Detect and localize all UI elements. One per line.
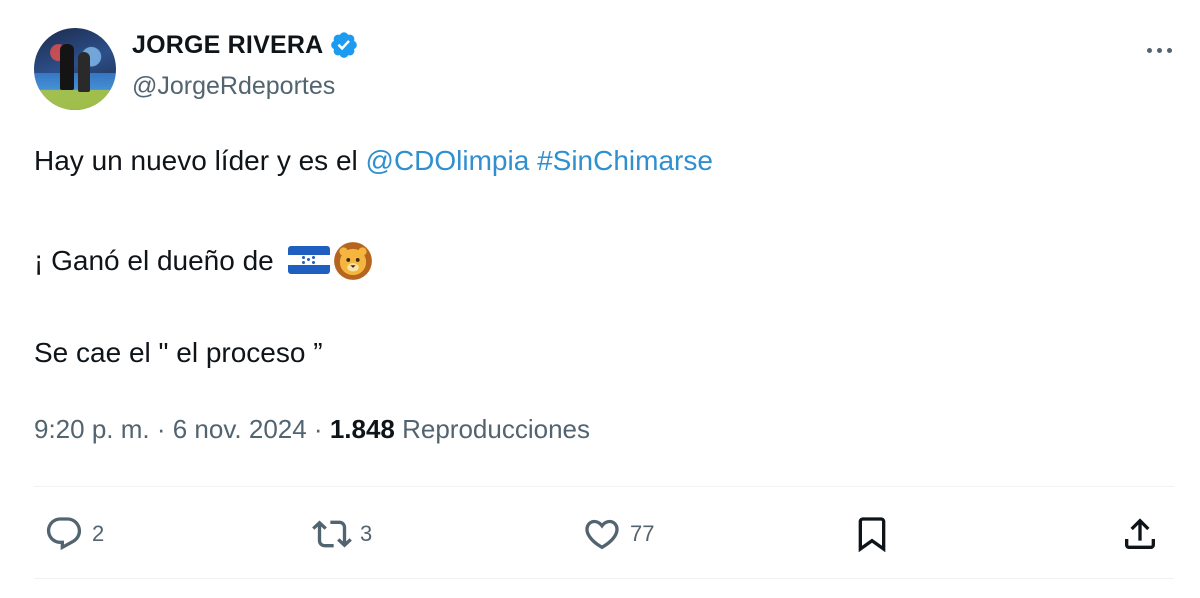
tweet-text-line-1: Hay un nuevo líder y es el @CDOlimpia #S… xyxy=(34,145,713,177)
more-options-icon[interactable] xyxy=(1147,40,1172,60)
divider xyxy=(34,578,1174,579)
like-button[interactable]: 77 xyxy=(582,506,654,562)
views-label: Reproducciones xyxy=(394,414,591,444)
separator-dot: · xyxy=(306,414,330,444)
bookmark-button[interactable] xyxy=(852,506,892,562)
retweet-count: 3 xyxy=(360,521,373,546)
verified-badge-icon xyxy=(331,32,358,58)
author-display-name[interactable]: JORGE RIVERA xyxy=(132,31,323,60)
tweet-text-line-3: Se cae el " el proceso ” xyxy=(34,337,323,368)
mention-link[interactable]: @CDOlimpia xyxy=(366,145,530,176)
author-name-row: JORGE RIVERA xyxy=(132,30,359,60)
tweet-text-plain: Hay un nuevo líder y es el xyxy=(34,145,366,176)
tweet-text-line-2: ¡ Ganó el dueño de xyxy=(34,240,374,282)
tweet-date[interactable]: 6 nov. 2024 xyxy=(173,414,307,444)
retweet-button[interactable]: 3 xyxy=(312,506,372,562)
reply-icon xyxy=(46,517,82,551)
share-button[interactable] xyxy=(1120,506,1160,562)
tweet-time[interactable]: 9:20 p. m. xyxy=(34,414,150,444)
share-icon xyxy=(1125,518,1155,549)
avatar[interactable] xyxy=(34,28,116,110)
retweet-icon xyxy=(312,520,352,548)
bookmark-icon xyxy=(858,517,886,553)
honduras-flag-icon xyxy=(287,246,330,274)
reply-count: 2 xyxy=(92,521,105,546)
tweet-meta: 9:20 p. m. · 6 nov. 2024 · 1.848 Reprodu… xyxy=(34,414,590,445)
heart-icon xyxy=(585,519,619,550)
action-bar: 2 3 77 xyxy=(0,506,1200,562)
lion-face-icon xyxy=(333,242,372,280)
views-count: 1.848 xyxy=(329,414,395,444)
divider xyxy=(34,486,1174,487)
tweet-text-plain: ¡ Ganó el dueño de xyxy=(34,245,282,276)
like-count: 77 xyxy=(630,521,655,546)
hashtag-link[interactable]: #SinChimarse xyxy=(537,145,713,176)
separator-dot: · xyxy=(149,414,173,444)
author-handle[interactable]: @JorgeRdeportes xyxy=(132,72,335,101)
reply-button[interactable]: 2 xyxy=(44,506,104,562)
